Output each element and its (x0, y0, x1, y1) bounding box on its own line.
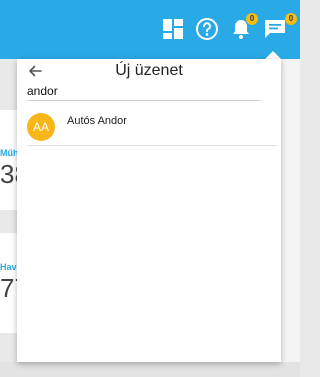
background-card-value: 77 (0, 275, 18, 301)
background-panel-right (281, 59, 300, 369)
recipient-search-input[interactable] (27, 82, 261, 101)
background-footer (0, 362, 300, 377)
background-card-label: Hav (0, 262, 17, 272)
background-card-label: Műh (0, 148, 18, 158)
dashboard-icon[interactable] (161, 17, 185, 41)
help-icon[interactable] (195, 17, 219, 41)
new-message-panel: Új üzenet AA Autós Andor (17, 59, 281, 362)
recipient-name: Autós Andor (67, 115, 127, 127)
messages-badge: 0 (285, 13, 297, 25)
popup-caret (265, 51, 281, 59)
background-card-value: 38 (0, 161, 18, 187)
notifications-badge: 0 (246, 13, 258, 25)
recipient-result-item[interactable]: AA Autós Andor (27, 109, 277, 146)
top-bar (0, 0, 300, 59)
chat-icon[interactable] (263, 17, 287, 41)
background-card (0, 110, 18, 210)
avatar: AA (27, 113, 55, 141)
panel-title: Új üzenet (115, 62, 183, 79)
